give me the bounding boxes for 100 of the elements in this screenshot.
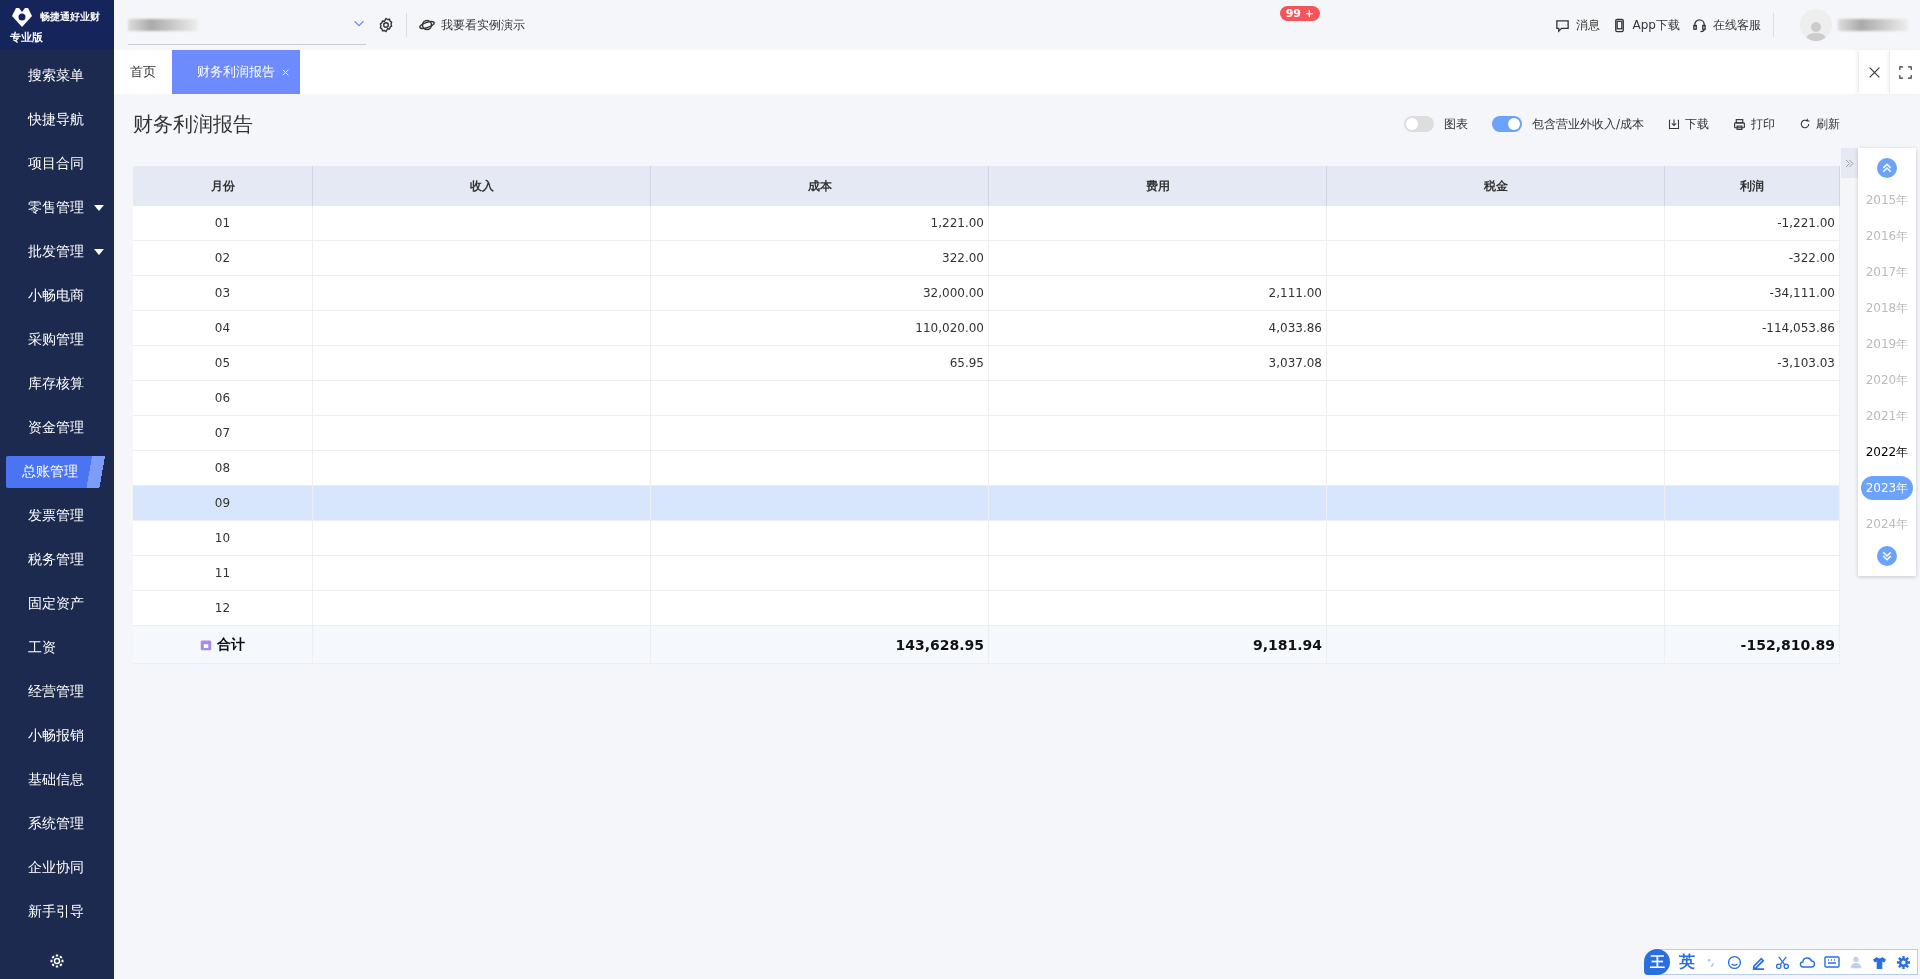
- sidebar-item[interactable]: 资金管理: [6, 406, 108, 450]
- table-cell: 9,181.94: [989, 626, 1327, 664]
- table-cell: 07: [133, 416, 313, 451]
- logo-icon: [10, 6, 34, 28]
- sidebar-item[interactable]: 搜索菜单: [6, 54, 108, 98]
- table-cell: 03: [133, 276, 313, 311]
- headset-icon: [1692, 17, 1707, 33]
- sidebar-item[interactable]: 批发管理: [6, 230, 108, 274]
- table-cell: 02: [133, 241, 313, 276]
- settings-icon: [49, 953, 65, 969]
- calendar-icon: [200, 638, 212, 651]
- sidebar-item[interactable]: 项目合同: [6, 142, 108, 186]
- fullscreen-icon: [1898, 65, 1912, 79]
- table-cell: 32,000.00: [651, 276, 989, 311]
- settings-icon: [1896, 954, 1911, 970]
- close-icon: [281, 67, 290, 77]
- table-cell: 05: [133, 346, 313, 381]
- table-cell: 11: [133, 556, 313, 591]
- scissors-icon: [1775, 954, 1790, 970]
- sidebar-item[interactable]: 企业协同: [6, 846, 108, 890]
- print-button[interactable]: 打印: [1733, 115, 1775, 133]
- download-button[interactable]: 下载: [1668, 115, 1709, 133]
- table-cell: 3,037.08: [989, 346, 1327, 381]
- table-cell: -3,103.03: [1665, 346, 1840, 381]
- sidebar-item[interactable]: 发票管理: [6, 494, 108, 538]
- caret-icon: [94, 204, 104, 212]
- sidebar-item[interactable]: 工资: [6, 626, 108, 670]
- notification-badge: 99 +: [1279, 6, 1320, 21]
- column-header: 收入: [313, 166, 651, 206]
- sidebar-item[interactable]: 税务管理: [6, 538, 108, 582]
- input-method-logo[interactable]: 王: [1644, 949, 1670, 975]
- planet-icon: [419, 17, 435, 33]
- table-cell: 10: [133, 521, 313, 556]
- keyboard-icon: [1824, 954, 1840, 970]
- avatar-icon[interactable]: [1800, 9, 1832, 41]
- table-cell: 2,111.00: [989, 276, 1327, 311]
- table-cell: -1,221.00: [1665, 206, 1840, 241]
- settings-icon: [378, 17, 394, 33]
- caret-icon: [94, 248, 104, 256]
- sidebar-item[interactable]: 固定资产: [6, 582, 108, 626]
- sidebar-item[interactable]: 库存核算: [6, 362, 108, 406]
- printer-icon: [1733, 117, 1746, 131]
- table-cell: -114,053.86: [1665, 311, 1840, 346]
- download-icon: [1668, 118, 1680, 130]
- sidebar-item[interactable]: 系统管理: [6, 802, 108, 846]
- double-chevron-down-icon: [1881, 550, 1893, 562]
- chat-icon: [1554, 17, 1570, 33]
- input-mode-toggle[interactable]: 英: [1679, 951, 1695, 973]
- tab[interactable]: 首页: [114, 50, 172, 94]
- column-header: 利润: [1665, 166, 1840, 206]
- smiley-icon: [1727, 954, 1742, 970]
- table-cell: 1,221.00: [651, 206, 989, 241]
- refresh-button[interactable]: 刷新: [1799, 115, 1840, 133]
- person-icon: [1849, 955, 1863, 969]
- page-title: 财务利润报告: [133, 110, 253, 138]
- sidebar-item[interactable]: 基础信息: [6, 758, 108, 802]
- sidebar-item[interactable]: 新手引导: [6, 890, 108, 934]
- refresh-icon: [1799, 118, 1811, 130]
- toggle-label: 图表: [1443, 115, 1468, 133]
- support-link[interactable]: 在线客服: [1692, 16, 1761, 34]
- toggle-label: 包含营业外收入/成本: [1531, 115, 1644, 133]
- table-cell: -322.00: [1665, 241, 1840, 276]
- table-cell: -152,810.89: [1665, 626, 1840, 664]
- blurred-user-name: [1838, 19, 1908, 31]
- column-header: 月份: [133, 166, 313, 206]
- sidebar-item[interactable]: 快捷导航: [6, 98, 108, 142]
- toggle-switch[interactable]: [1403, 116, 1434, 132]
- edition-label: 专业版: [10, 30, 43, 45]
- table-cell: 322.00: [651, 241, 989, 276]
- table-cell: 65.95: [651, 346, 989, 381]
- table-cell: 04: [133, 311, 313, 346]
- sidebar-item[interactable]: 小畅报销: [6, 714, 108, 758]
- app-name: 畅捷通好业财: [40, 10, 100, 24]
- sidebar-item[interactable]: 小畅电商: [6, 274, 108, 318]
- sidebar-item[interactable]: 零售管理: [6, 186, 108, 230]
- table-cell: 110,020.00: [651, 311, 989, 346]
- table-cell: 06: [133, 381, 313, 416]
- sidebar-item[interactable]: 经营管理: [6, 670, 108, 714]
- close-icon: [1867, 65, 1881, 79]
- double-chevron-up-icon: [1881, 162, 1893, 174]
- toggle-switch[interactable]: [1491, 116, 1522, 132]
- demo-link[interactable]: 我要看实例演示: [419, 16, 525, 34]
- blurred-company-name: [128, 18, 198, 31]
- sidebar-item[interactable]: 总账管理: [6, 456, 108, 488]
- table-cell: 01: [133, 206, 313, 241]
- column-header: 成本: [651, 166, 989, 206]
- year-item[interactable]: 2022年: [1865, 434, 1909, 470]
- scroll-up-button[interactable]: [1877, 158, 1897, 178]
- cloud-icon: [1799, 954, 1815, 970]
- messages-link[interactable]: 消息: [1554, 16, 1600, 34]
- sidebar-item[interactable]: 采购管理: [6, 318, 108, 362]
- column-header: 费用: [989, 166, 1327, 206]
- table-cell: -34,111.00: [1665, 276, 1840, 311]
- scroll-down-button[interactable]: [1877, 546, 1897, 566]
- total-label: 合计: [217, 635, 245, 654]
- table-cell: 4,033.86: [989, 311, 1327, 346]
- table-cell: 143,628.95: [651, 626, 989, 664]
- double-chevron-right-icon: [1844, 157, 1855, 169]
- shirt-icon: [1872, 954, 1887, 970]
- app-download-link[interactable]: App下载: [1611, 16, 1680, 34]
